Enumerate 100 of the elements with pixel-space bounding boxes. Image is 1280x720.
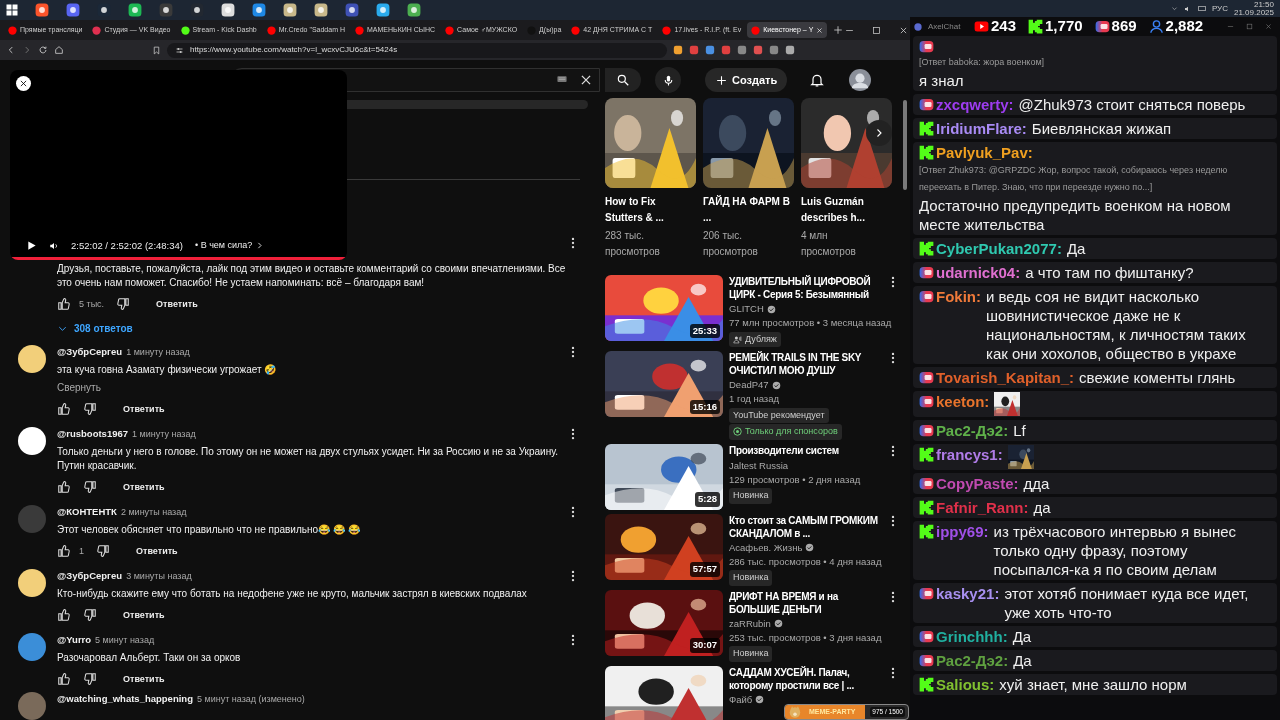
like-icon[interactable] <box>57 608 71 623</box>
account-avatar[interactable] <box>849 69 872 91</box>
comment-time[interactable]: 5 минут назад <box>95 634 155 648</box>
chat-username[interactable]: CopyPaste: <box>936 474 1019 493</box>
dislike-icon[interactable] <box>116 297 131 312</box>
app-icon[interactable] <box>35 3 49 17</box>
chat-username[interactable]: kasky21: <box>936 584 1000 603</box>
reply-button[interactable]: Ответить <box>119 606 169 624</box>
comment-author[interactable]: @ЗубрСергеu <box>57 345 123 360</box>
channel-name[interactable]: Асафьев. Жизнь <box>729 540 803 555</box>
video-title[interactable]: Кто стоит за САМЫМ ГРОМКИМ СКАНДАЛОМ в ... <box>729 513 884 540</box>
comment-time[interactable]: 5 минут назад (изменено) <box>196 693 305 707</box>
play-icon[interactable] <box>26 240 37 252</box>
avatar[interactable] <box>18 345 46 373</box>
reply-button[interactable]: Ответить <box>119 670 169 688</box>
search-button[interactable] <box>605 68 641 92</box>
avatar[interactable] <box>18 427 46 455</box>
app-icon[interactable] <box>252 3 266 17</box>
chat-username[interactable]: ippy69: <box>936 522 989 541</box>
replies-toggle[interactable]: 308 ответов <box>57 321 133 336</box>
comment-author[interactable]: @rusboots1967 <box>57 427 129 442</box>
app-icon[interactable] <box>66 3 80 17</box>
site-settings-icon[interactable] <box>175 45 184 55</box>
back-icon[interactable] <box>6 45 16 55</box>
reply-button[interactable]: Ответить <box>132 542 182 560</box>
like-icon[interactable] <box>57 544 71 559</box>
app-icon[interactable] <box>283 3 297 17</box>
like-icon[interactable] <box>57 672 71 687</box>
close-icon[interactable] <box>579 73 593 87</box>
dislike-icon[interactable] <box>83 608 97 623</box>
reply-button[interactable]: Ответить <box>119 478 169 496</box>
home-icon[interactable] <box>54 45 64 55</box>
comment-time[interactable]: 1 минуту назад <box>126 346 190 360</box>
chat-username[interactable]: Grinchhh: <box>936 627 1008 646</box>
channel-name[interactable]: Файб <box>729 692 753 707</box>
channel-name[interactable]: Jaltest Russia <box>729 458 789 473</box>
chat-username[interactable]: zxcqwerty: <box>936 95 1014 114</box>
new-tab-icon[interactable] <box>833 25 844 35</box>
app-icon[interactable] <box>314 3 328 17</box>
reload-icon[interactable] <box>38 45 48 55</box>
video-title[interactable]: How to Fix Stutters & ... <box>605 194 696 226</box>
channel-name[interactable]: DeadP47 <box>729 378 769 393</box>
chapter-link[interactable]: • В чем сила? <box>195 239 265 253</box>
chat-username[interactable]: Fokin: <box>936 287 981 306</box>
comment-author[interactable]: @ЗубрСергеu <box>57 569 123 584</box>
collapse-link[interactable]: Свернуть <box>57 379 101 395</box>
language-indicator[interactable]: РУС <box>1211 2 1228 15</box>
like-icon[interactable] <box>57 402 71 417</box>
keyboard-icon[interactable] <box>555 75 569 85</box>
chat-username[interactable]: CyberPukan2077: <box>936 239 1062 258</box>
chat-username[interactable]: francys1: <box>936 445 1003 464</box>
mini-player[interactable]: 2:52:02 / 2:52:02 (2:48:34) • В чем сила? <box>10 70 347 260</box>
close-icon[interactable] <box>899 25 909 35</box>
video-title[interactable]: САДДАМ ХУСЕЙН. Палач, которому простили все | ... <box>729 665 884 692</box>
comment-time[interactable]: 2 минуты назад <box>120 506 187 520</box>
video-title[interactable]: ДРИФТ НА ВРЕМЯ и на БОЛЬШИЕ ДЕНЬГИ <box>729 589 884 616</box>
chat-username[interactable]: IridiumFlare: <box>936 119 1027 138</box>
dislike-icon[interactable] <box>83 480 97 495</box>
close-button[interactable] <box>16 76 31 91</box>
app-icon[interactable] <box>345 3 359 17</box>
app-icon[interactable] <box>221 3 235 17</box>
maximize-icon[interactable] <box>872 25 882 35</box>
scrollbar-thumb[interactable] <box>903 100 907 190</box>
comment-time[interactable]: 3 минуты назад <box>126 570 192 584</box>
monitor-icon[interactable] <box>1197 4 1206 13</box>
dislike-icon[interactable] <box>96 544 110 559</box>
mic-button[interactable] <box>655 67 681 93</box>
bell-icon[interactable] <box>809 72 826 88</box>
chat-username[interactable]: udarnick04: <box>936 263 1021 282</box>
address-field[interactable]: https://www.youtube.com/watch?v=l_wcxvCJU6c&t=5424s <box>167 42 667 58</box>
chat-username[interactable]: Рас2-Дэ2: <box>936 421 1009 440</box>
like-icon[interactable] <box>57 297 71 312</box>
reply-button[interactable]: Ответить <box>152 295 202 313</box>
app-icon[interactable] <box>159 3 173 17</box>
video-title[interactable]: Производители систем <box>729 443 884 458</box>
app-icon[interactable] <box>376 3 390 17</box>
video-title[interactable]: РЕМЕЙК TRAILS IN THE SKY ОЧИСТИЛ МОЮ ДУШУ <box>729 351 884 377</box>
comment-author[interactable]: @watching_whats_happening <box>57 692 193 707</box>
volume-icon[interactable] <box>49 240 59 251</box>
comment-time[interactable]: 1 минуту назад <box>132 428 196 442</box>
dislike-icon[interactable] <box>83 672 97 687</box>
windows-icon[interactable] <box>6 4 18 16</box>
app-icon[interactable] <box>407 3 421 17</box>
create-button[interactable]: Создать <box>705 68 788 92</box>
comment-author[interactable]: @КОНТЕНТК <box>57 505 117 520</box>
chat-username[interactable]: Tovarish_Kapitan_: <box>936 368 1075 387</box>
dislike-icon[interactable] <box>83 402 97 417</box>
reply-button[interactable]: Ответить <box>119 400 169 418</box>
chat-username[interactable]: Pavlyuk_Pav: <box>936 143 1033 162</box>
comment-author[interactable]: @Yurro <box>57 633 92 648</box>
like-icon[interactable] <box>57 480 71 495</box>
chat-username[interactable]: Fafnir_Rann: <box>936 498 1029 517</box>
video-title[interactable]: Luis Guzmán describes h... <box>801 194 892 226</box>
bookmark-icon[interactable] <box>152 45 161 55</box>
app-icon[interactable] <box>128 3 142 17</box>
avatar[interactable] <box>18 569 46 597</box>
channel-name[interactable]: zaRRubin <box>729 616 771 631</box>
channel-name[interactable]: GLITCH <box>729 302 764 317</box>
video-title[interactable]: ГАЙД НА ФАРМ В ... <box>703 194 794 226</box>
video-title[interactable]: УДИВИТЕЛЬНЫЙ ЦИФРОВОЙ ЦИРК - Серия 5: Безымянный <box>729 275 884 301</box>
